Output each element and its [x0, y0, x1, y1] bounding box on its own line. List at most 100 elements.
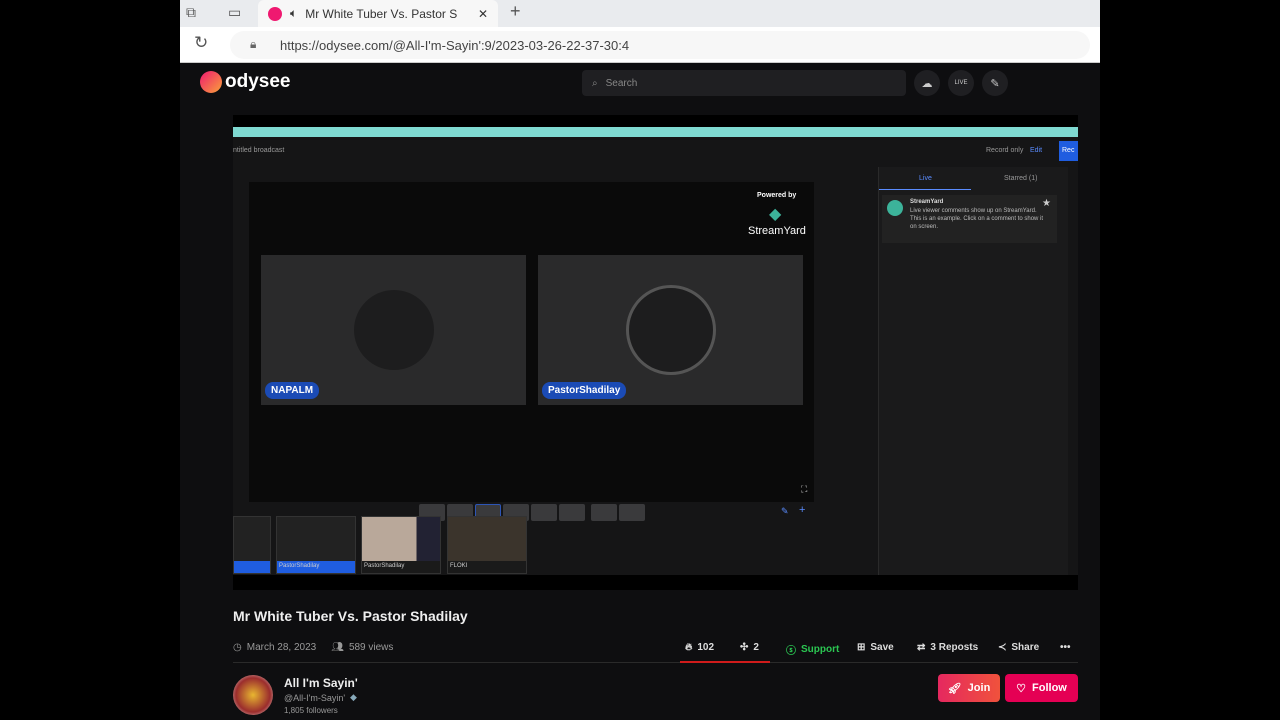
- follower-count: 1,805 followers: [284, 706, 338, 715]
- support-button[interactable]: ⓢ Support: [786, 642, 839, 657]
- layout-button[interactable]: [531, 504, 557, 521]
- share-button[interactable]: ≺ Share: [998, 642, 1039, 653]
- save-icon: ⊞: [857, 642, 866, 653]
- sidebar-icon[interactable]: ▭: [228, 4, 241, 21]
- participant-tile[interactable]: NAPALM: [261, 255, 526, 405]
- avatar-placeholder-icon: [354, 290, 434, 370]
- odysee-favicon-icon: [268, 6, 282, 21]
- guest-thumb[interactable]: PastorShadilay: [276, 516, 356, 574]
- layout-button[interactable]: [619, 504, 645, 521]
- share-label: Share: [1011, 642, 1040, 653]
- chat-panel: Live Starred (1) StreamYard Live viewer …: [878, 167, 1068, 575]
- more-button[interactable]: •••: [1060, 642, 1071, 653]
- channel-handle[interactable]: @All-I'm-Sayin': [284, 693, 345, 703]
- slime-button[interactable]: ✣ 2: [740, 642, 759, 653]
- support-icon: ⓢ: [786, 646, 796, 657]
- tab-bar: ⧉ ▭ 🔈︎ Mr White Tuber Vs. Pastor S ✕ +: [180, 0, 1100, 27]
- video-title: Mr White Tuber Vs. Pastor Shadilay: [233, 608, 468, 624]
- streamyard-logo-icon: ◆: [769, 206, 782, 223]
- edit-link[interactable]: Edit: [1030, 147, 1042, 154]
- broadcast-stage: Powered by ◆ StreamYard NAPALM PastorSha…: [249, 182, 814, 502]
- tab-starred[interactable]: Starred (1): [1004, 175, 1037, 182]
- publish-date: March 28, 2023: [246, 642, 317, 653]
- close-tab-icon[interactable]: ✕: [478, 7, 488, 21]
- video-player[interactable]: ntitled broadcast Record only Edit Rec P…: [233, 115, 1078, 590]
- avatar-placeholder-icon: [626, 285, 716, 375]
- publish-button[interactable]: ✎: [982, 70, 1008, 96]
- repost-icon: ⇄: [917, 642, 926, 653]
- slime-icon: ✣: [740, 642, 749, 653]
- fire-count: 102: [697, 642, 715, 653]
- record-button[interactable]: Rec: [1059, 141, 1078, 161]
- address-bar-row: ↻ 🔒︎ https://odysee.com/@All-I'm-Sayin':…: [180, 27, 1100, 63]
- slime-count: 2: [753, 642, 759, 653]
- feather-icon: ✎: [990, 77, 1000, 90]
- url-text: https://odysee.com/@All-I'm-Sayin':9/202…: [280, 37, 630, 53]
- record-only-label: Record only: [986, 147, 1024, 154]
- lock-icon[interactable]: 🔒︎: [250, 37, 256, 52]
- url-field[interactable]: 🔒︎ https://odysee.com/@All-I'm-Sayin':9/…: [230, 31, 1090, 59]
- streamyard-screen: ntitled broadcast Record only Edit Rec P…: [233, 127, 1078, 575]
- channel-avatar[interactable]: [233, 675, 273, 715]
- participant-name: NAPALM: [265, 382, 320, 399]
- video-meta: ◷ March 28, 2023 👥︎ 589 views: [233, 642, 393, 653]
- verified-icon: ◆: [350, 692, 357, 702]
- browser-window: ⧉ ▭ 🔈︎ Mr White Tuber Vs. Pastor S ✕ + ↻…: [180, 0, 1100, 720]
- odysee-header: odysee ⌕ Search ☁ LIVE ✎: [180, 63, 1100, 103]
- search-icon: ⌕: [592, 77, 598, 89]
- fire-button[interactable]: 🔥︎ 102: [685, 642, 714, 653]
- channel-name[interactable]: All I'm Sayin': [284, 676, 358, 690]
- odysee-logo[interactable]: odysee: [200, 71, 290, 93]
- streamyard-topbar: [233, 127, 1078, 137]
- participant-tile[interactable]: PastorShadilay: [538, 255, 803, 405]
- go-live-button[interactable]: LIVE: [948, 70, 974, 96]
- logo-text: odysee: [225, 71, 291, 92]
- guest-thumb[interactable]: PastorShadilay: [361, 516, 441, 574]
- star-icon[interactable]: ★: [1042, 198, 1051, 209]
- new-tab-icon[interactable]: +: [510, 1, 521, 22]
- fire-icon: 🔥︎: [685, 642, 693, 653]
- tab-indicator: [879, 189, 971, 190]
- divider: [233, 662, 1078, 663]
- follow-button[interactable]: ♡ Follow: [1005, 674, 1078, 702]
- repost-button[interactable]: ⇄ 3 Reposts: [917, 642, 978, 653]
- workspaces-icon[interactable]: ⧉: [186, 4, 196, 21]
- guest-thumb[interactable]: [233, 516, 271, 574]
- comment-author: StreamYard: [910, 199, 944, 205]
- heart-icon: ♡: [1016, 682, 1027, 695]
- rocket-icon: 🚀︎: [947, 682, 962, 695]
- more-icon: •••: [1060, 642, 1071, 653]
- participant-name: PastorShadilay: [542, 382, 627, 399]
- thumb-label: PastorShadilay: [362, 561, 440, 573]
- thumb-label: FLOKI: [448, 561, 526, 573]
- layout-button[interactable]: [559, 504, 585, 521]
- layout-button[interactable]: [591, 504, 617, 521]
- thumb-label: PastorShadilay: [277, 561, 355, 573]
- join-button[interactable]: 🚀︎ Join: [938, 674, 1000, 702]
- search-input[interactable]: ⌕ Search: [582, 70, 906, 96]
- views-icon: 👥︎: [331, 642, 344, 653]
- reload-icon[interactable]: ↻: [194, 33, 208, 53]
- pencil-icon[interactable]: ✎: [781, 506, 789, 517]
- fullscreen-icon[interactable]: ⛶: [801, 484, 807, 495]
- odysee-logo-icon: [200, 71, 222, 93]
- guest-thumb[interactable]: FLOKI: [447, 516, 527, 574]
- speaker-icon[interactable]: 🔈︎: [290, 6, 297, 21]
- plus-icon[interactable]: +: [799, 504, 805, 516]
- live-icon: LIVE: [954, 80, 968, 86]
- thumb-label: [234, 561, 270, 573]
- share-icon: ≺: [998, 642, 1007, 653]
- save-label: Save: [870, 642, 894, 653]
- broadcast-name: ntitled broadcast: [233, 147, 285, 154]
- streamyard-brand: StreamYard: [748, 225, 806, 237]
- join-label: Join: [967, 682, 991, 694]
- chat-comment[interactable]: StreamYard Live viewer comments show up …: [882, 195, 1057, 243]
- powered-by: Powered by: [757, 192, 797, 199]
- upload-icon: ☁: [921, 77, 933, 90]
- like-ratio-bar: [680, 661, 771, 663]
- upload-button[interactable]: ☁: [914, 70, 940, 96]
- browser-tab[interactable]: 🔈︎ Mr White Tuber Vs. Pastor S ✕: [258, 0, 498, 27]
- tab-live[interactable]: Live: [919, 175, 932, 182]
- save-button[interactable]: ⊞ Save: [857, 642, 894, 653]
- support-label: Support: [801, 644, 840, 655]
